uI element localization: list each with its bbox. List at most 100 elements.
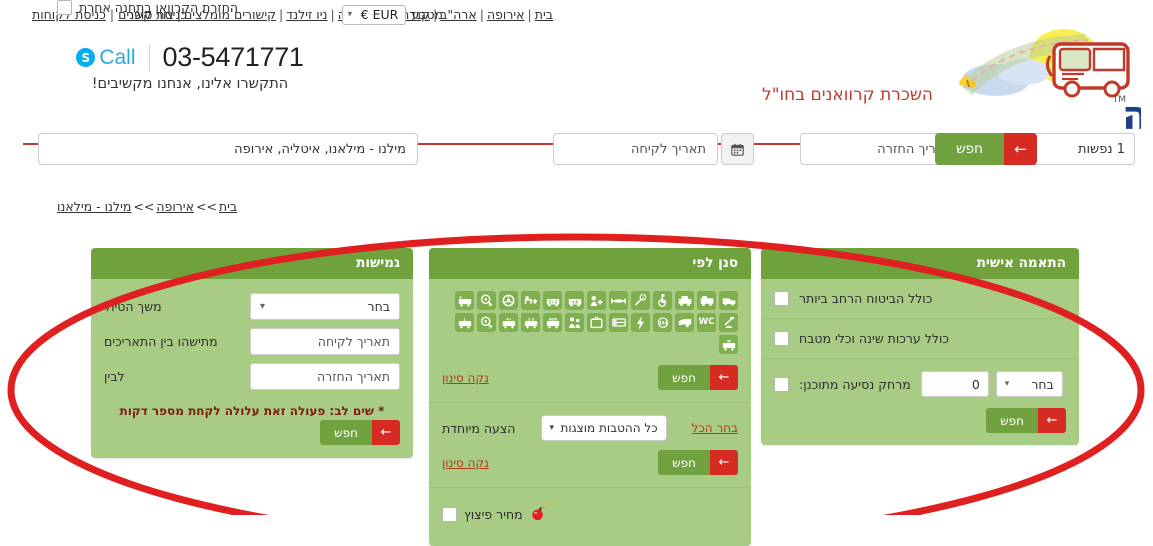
flexibility-panel-title: גמישות bbox=[91, 248, 413, 279]
pickup-date-input[interactable]: תאריך לקיחה bbox=[553, 133, 718, 165]
between-start-date-input[interactable]: תאריך לקיחה bbox=[250, 328, 400, 355]
currency-select[interactable]: ▾ EUR € bbox=[341, 5, 407, 25]
wheelchair-icon[interactable] bbox=[653, 291, 672, 310]
wc-icon[interactable]: WC bbox=[697, 313, 716, 332]
4x4-icon[interactable]: 4X4 bbox=[653, 313, 672, 332]
distance-input[interactable]: 0 bbox=[920, 371, 989, 397]
phone-number[interactable]: 03-5471771 bbox=[163, 42, 304, 73]
nav-separator: | bbox=[330, 7, 335, 22]
camper-2-3-icon[interactable]: 2-3 bbox=[521, 313, 540, 332]
skype-call-label: Call bbox=[99, 45, 136, 69]
camper-plus-4-icon[interactable]: +4 bbox=[499, 313, 518, 332]
skype-icon: S bbox=[76, 48, 96, 67]
location-input[interactable]: מילנו - מילאנו, איטליה, אירופה bbox=[38, 133, 418, 165]
special-offer-search-label: חפש bbox=[658, 450, 710, 475]
nav-link-europe[interactable]: אירופה bbox=[487, 7, 525, 22]
nav-link-home[interactable]: בית bbox=[535, 7, 553, 22]
length-icon[interactable] bbox=[609, 291, 628, 310]
alt-return-label: החזרת הקרוואן בתחנה אחרת bbox=[79, 0, 239, 15]
insurance-checkbox[interactable] bbox=[774, 291, 789, 306]
svg-text:x3: x3 bbox=[571, 299, 577, 305]
berths-2plus2-icon[interactable]: 2+2 bbox=[543, 291, 562, 310]
trailer-icon[interactable] bbox=[675, 313, 694, 332]
site-logo[interactable]: בנדנה TM bbox=[936, 28, 1153, 139]
flexibility-search-button[interactable]: חפש ← bbox=[320, 420, 400, 445]
camper-l-icon[interactable]: L bbox=[455, 313, 474, 332]
nav-separator: | bbox=[479, 7, 484, 22]
camper-a-icon[interactable] bbox=[697, 291, 716, 310]
clear-filter-link-2[interactable]: נקה סינון bbox=[442, 456, 489, 470]
shower-icon[interactable] bbox=[719, 313, 738, 332]
special-offer-select-value: כל ההטבות מוצגות bbox=[560, 421, 658, 435]
nav-separator: | bbox=[279, 7, 284, 22]
boom-price-checkbox[interactable] bbox=[442, 506, 457, 522]
search-wheel-icon[interactable]: y bbox=[477, 291, 496, 310]
search-c-icon[interactable]: c bbox=[477, 313, 496, 332]
automatic-icon[interactable]: A bbox=[631, 291, 650, 310]
distance-unit-select[interactable]: ▾ בחר bbox=[995, 371, 1063, 397]
search-button[interactable]: חפש ← bbox=[935, 133, 1037, 165]
logo-artwork: בנדנה TM bbox=[959, 29, 1153, 139]
nav-link-newzealand[interactable]: ניו זילנד bbox=[286, 7, 327, 22]
electric-icon[interactable] bbox=[631, 313, 650, 332]
svg-text:4X4: 4X4 bbox=[658, 320, 667, 325]
arrow-left-icon: ← bbox=[372, 420, 400, 445]
personalization-row-insurance: כולל הביטוח הרחב ביותר bbox=[761, 279, 1079, 319]
special-offer-label: הצעה מיוחדת bbox=[442, 420, 516, 436]
contact-block: S Call 03-5471771 התקשרו אלינו, אנחנו מק… bbox=[40, 42, 340, 92]
berths-3-icon[interactable]: x3 bbox=[565, 291, 584, 310]
until-date-placeholder: תאריך החזרה bbox=[317, 369, 390, 384]
flexibility-panel-body: משך הטיול ▾ בחר מתישהו בין התאריכים תארי… bbox=[91, 279, 413, 458]
svg-text:L: L bbox=[463, 317, 466, 321]
new-camper-icon[interactable]: NEW bbox=[543, 313, 562, 332]
special-offer-select[interactable]: ▾ כל ההטבות מוצגות bbox=[540, 415, 667, 441]
until-date-input[interactable]: תאריך החזרה bbox=[250, 363, 400, 390]
camper-m-icon[interactable]: M bbox=[719, 335, 738, 354]
svg-text:c: c bbox=[488, 326, 490, 329]
distance-checkbox[interactable] bbox=[774, 376, 789, 392]
currency-label: מטבע bbox=[411, 6, 443, 22]
pickup-calendar-icon[interactable] bbox=[721, 133, 754, 165]
svg-text:2+2: 2+2 bbox=[548, 299, 557, 304]
flexibility-search-label: חפש bbox=[320, 420, 372, 445]
distance-label: מרחק נסיעה מתוכנן: bbox=[799, 376, 911, 392]
alt-return-checkbox[interactable] bbox=[57, 0, 72, 15]
special-offer-search-button[interactable]: חפש ← bbox=[658, 450, 738, 475]
chevron-down-icon: ▾ bbox=[549, 423, 555, 433]
personalization-panel: התאמה אישית כולל הביטוח הרחב ביותר כולל … bbox=[761, 248, 1079, 445]
camper-s-icon[interactable]: S bbox=[455, 291, 474, 310]
personalization-search-button[interactable]: חפש ← bbox=[986, 408, 1066, 433]
breadcrumb-item-home[interactable]: בית bbox=[219, 199, 237, 214]
nav-link-usa[interactable]: ארה"ב bbox=[440, 7, 477, 22]
currency-select-value: EUR € bbox=[360, 7, 399, 22]
steering-wheel-icon[interactable] bbox=[499, 291, 518, 310]
clear-filter-link[interactable]: נקה סינון bbox=[442, 371, 489, 385]
tv-icon[interactable] bbox=[587, 313, 606, 332]
beds-plus-icon[interactable] bbox=[521, 291, 540, 310]
bomb-icon bbox=[530, 503, 547, 524]
filter-search-label: חפש bbox=[658, 365, 710, 390]
breadcrumb-item-europe[interactable]: אירופה bbox=[156, 199, 194, 214]
until-date-row: לבין תאריך החזרה bbox=[104, 363, 400, 390]
kits-checkbox[interactable] bbox=[774, 331, 789, 346]
select-all-link[interactable]: בחר הכל bbox=[692, 421, 738, 435]
svg-text:2-3: 2-3 bbox=[527, 317, 534, 321]
filter-search-button[interactable]: חפש ← bbox=[658, 365, 738, 390]
personalization-panel-body: כולל הביטוח הרחב ביותר כולל ערכות שינה ו… bbox=[761, 279, 1079, 445]
until-date-label: לבין bbox=[104, 369, 125, 384]
van-icon[interactable] bbox=[719, 291, 738, 310]
arrow-left-icon: ← bbox=[710, 365, 738, 390]
personalization-search-label: חפש bbox=[986, 408, 1038, 433]
camper-b-icon[interactable] bbox=[675, 291, 694, 310]
alt-return-group[interactable]: החזרת הקרוואן בתחנה אחרת bbox=[57, 0, 238, 15]
svg-text:A: A bbox=[642, 296, 645, 300]
skype-call-button[interactable]: S Call bbox=[76, 45, 136, 70]
trip-duration-select[interactable]: ▾ בחר bbox=[250, 293, 400, 320]
family-icon[interactable] bbox=[565, 313, 584, 332]
passengers-plus-icon[interactable] bbox=[587, 291, 606, 310]
between-dates-row: מתישהו בין התאריכים תאריך לקיחה bbox=[104, 328, 400, 355]
breadcrumb-item-milan[interactable]: מילנו - מילאנו bbox=[57, 199, 131, 214]
bunk-bed-icon[interactable] bbox=[609, 313, 628, 332]
arrow-left-icon: ← bbox=[1038, 408, 1066, 433]
pickup-date-placeholder: תאריך לקיחה bbox=[630, 141, 706, 157]
